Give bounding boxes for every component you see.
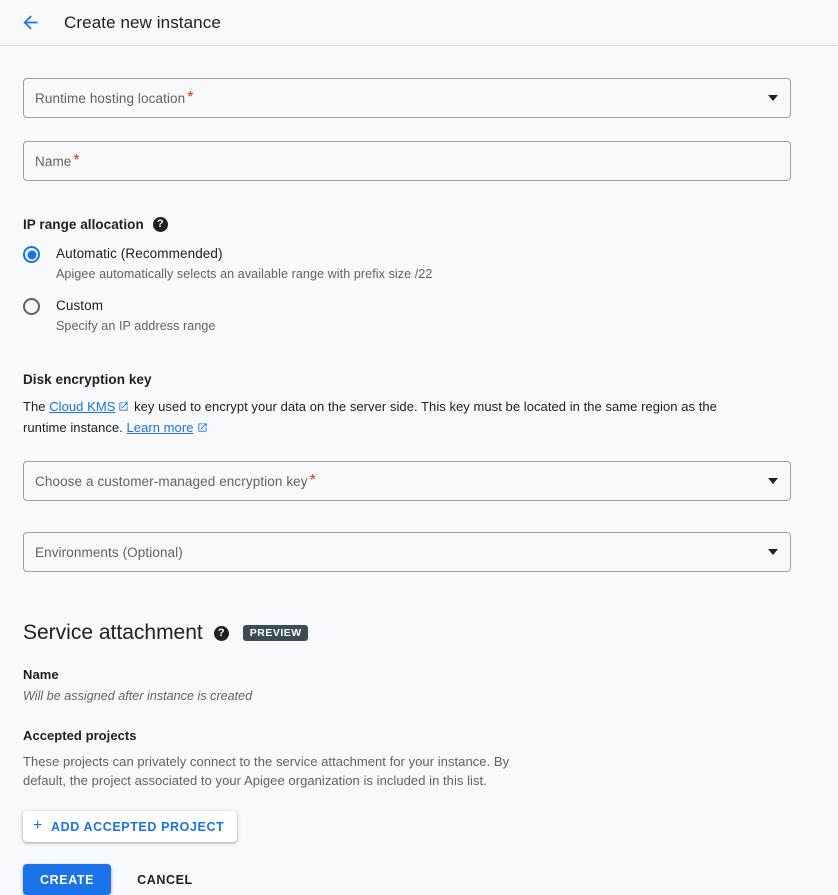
ip-range-allocation-label: IP range allocation (23, 217, 144, 232)
page-title: Create new instance (64, 12, 221, 32)
arrow-left-icon (20, 12, 41, 33)
cmek-select[interactable]: Choose a customer-managed encryption key… (23, 461, 791, 501)
service-attachment-name-heading: Name (23, 667, 59, 682)
radio-custom-indicator[interactable] (23, 298, 40, 315)
service-attachment-name-note: Will be assigned after instance is creat… (23, 689, 253, 703)
chevron-down-icon[interactable] (768, 478, 778, 484)
radio-option-custom[interactable]: Custom Specify an IP address range (23, 297, 815, 335)
radio-automatic-indicator[interactable] (23, 246, 40, 263)
cloud-kms-link[interactable]: Cloud KMS (49, 399, 115, 414)
radio-custom-label: Custom (56, 298, 104, 313)
radio-custom-description: Specify an IP address range (56, 319, 216, 333)
required-asterisk: * (73, 152, 80, 169)
accepted-projects-heading: Accepted projects (23, 728, 137, 743)
preview-badge: PREVIEW (242, 624, 308, 642)
required-asterisk: * (187, 89, 194, 106)
create-button[interactable]: CREATE (23, 864, 112, 895)
learn-more-link[interactable]: Learn more (127, 420, 194, 435)
instance-name-input[interactable]: Name * (23, 141, 791, 181)
required-asterisk: * (309, 472, 316, 489)
external-link-icon (118, 401, 129, 412)
external-link-icon (197, 422, 208, 433)
service-attachment-title: Service attachment (23, 621, 203, 644)
add-accepted-project-label: ADD ACCEPTED PROJECT (50, 819, 225, 834)
service-attachment-header: Service attachment ? PREVIEW (23, 621, 815, 645)
instance-name-label: Name (35, 153, 72, 169)
radio-automatic-description: Apigee automatically selects an availabl… (56, 267, 433, 281)
chevron-down-icon[interactable] (768, 95, 778, 101)
disk-encryption-key-heading: Disk encryption key (23, 372, 815, 387)
disk-encryption-key-label: Disk encryption key (23, 372, 152, 387)
radio-automatic-label: Automatic (Recommended) (56, 246, 223, 261)
radio-option-automatic[interactable]: Automatic (Recommended) Apigee automatic… (23, 245, 815, 283)
runtime-hosting-location-select[interactable]: Runtime hosting location * (23, 78, 791, 118)
radio-custom-texts: Custom Specify an IP address range (56, 297, 216, 335)
help-icon[interactable]: ? (213, 625, 229, 641)
radio-automatic-texts: Automatic (Recommended) Apigee automatic… (56, 245, 432, 283)
page-header: Create new instance (0, 0, 838, 46)
ip-range-allocation-heading: IP range allocation ? (23, 217, 815, 232)
desc-text-part1: The (23, 399, 50, 414)
runtime-hosting-location-label: Runtime hosting location (35, 90, 186, 106)
environments-select[interactable]: Environments (Optional) (23, 532, 791, 572)
plus-icon: + (33, 816, 43, 834)
disk-encryption-description: The Cloud KMS key used to encrypt your d… (23, 397, 763, 438)
help-icon[interactable]: ? (152, 217, 168, 232)
cancel-button[interactable]: CANCEL (125, 864, 205, 895)
chevron-down-icon[interactable] (768, 549, 778, 555)
action-buttons-row: CREATE CANCEL (23, 864, 815, 895)
accepted-projects-description: These projects can privately connect to … (23, 754, 510, 788)
cmek-label: Choose a customer-managed encryption key (35, 473, 308, 489)
add-accepted-project-button[interactable]: + ADD ACCEPTED PROJECT (23, 811, 238, 842)
back-button[interactable] (14, 7, 46, 39)
environments-label: Environments (Optional) (35, 544, 183, 560)
form-content: Runtime hosting location * Name * IP range… (0, 78, 838, 895)
